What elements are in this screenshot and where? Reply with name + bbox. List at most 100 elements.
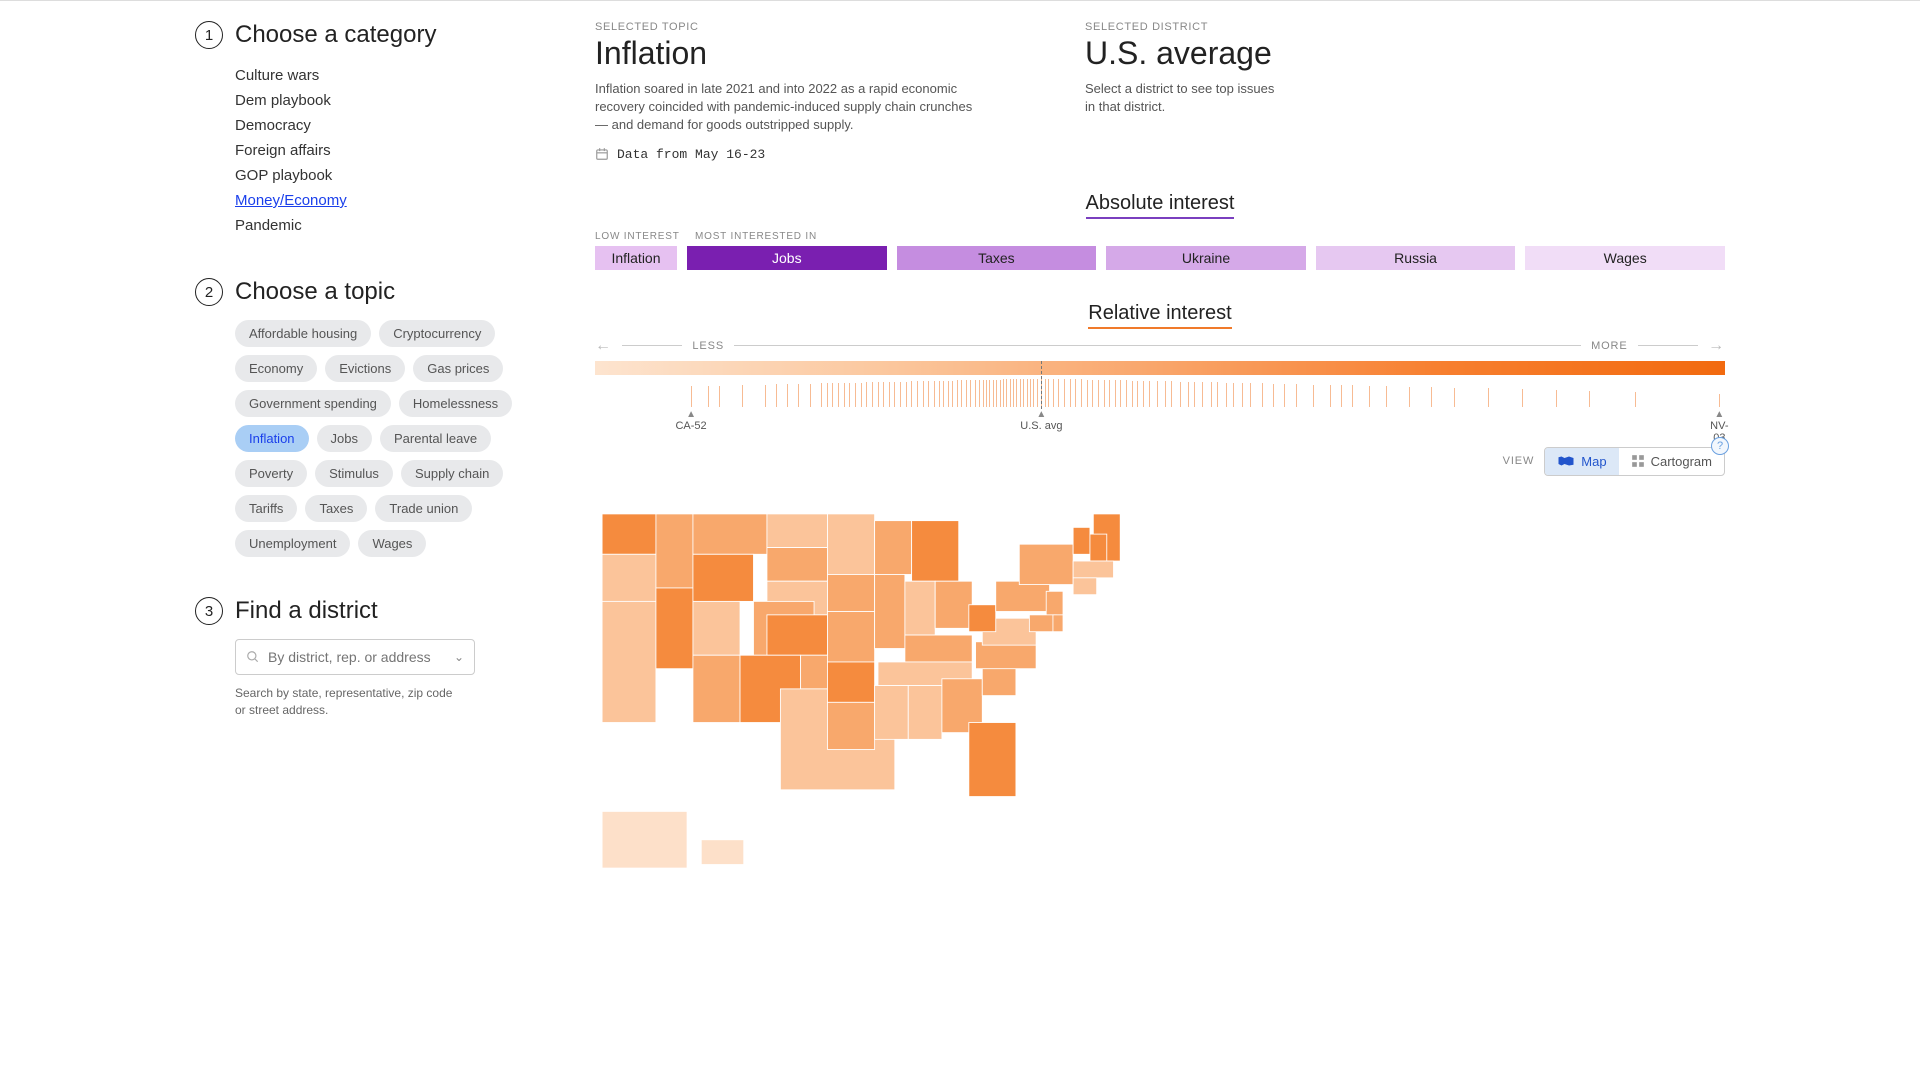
map-region[interactable] [996, 581, 1050, 611]
category-item[interactable]: Dem playbook [235, 88, 535, 113]
category-item[interactable]: Pandemic [235, 213, 535, 238]
relative-interest-title: Relative interest [1088, 302, 1231, 329]
category-list: Culture warsDem playbookDemocracyForeign… [195, 63, 535, 238]
map-region[interactable] [912, 520, 959, 581]
us-map-icon [1557, 455, 1575, 467]
map-region[interactable] [976, 641, 1037, 668]
map-region[interactable] [693, 601, 740, 655]
absolute-interest-bars: InflationJobsTaxesUkraineRussiaWages [595, 246, 1725, 270]
relative-markers: ▲CA-52▲U.S. avg▲NV-03 [595, 409, 1725, 439]
topic-chip[interactable]: Tariffs [235, 495, 297, 522]
district-search[interactable]: ⌄ [235, 639, 475, 675]
topic-chip[interactable]: Gas prices [413, 355, 503, 382]
category-item[interactable]: Culture wars [235, 63, 535, 88]
absolute-bar: Taxes [897, 246, 1097, 270]
selected-topic-desc: Inflation soared in late 2021 and into 2… [595, 80, 985, 135]
topic-chip[interactable]: Government spending [235, 390, 391, 417]
step-1-title: Choose a category [235, 21, 436, 49]
selected-district-label: SELECTED DISTRICT [1085, 21, 1285, 33]
topic-chip[interactable]: Homelessness [399, 390, 512, 417]
map-region[interactable] [908, 685, 942, 739]
most-interested-label: MOST INTERESTED IN [695, 231, 817, 242]
search-icon [246, 650, 260, 664]
help-button[interactable]: ? [1711, 437, 1729, 455]
relative-marker: ▲U.S. avg [1020, 409, 1062, 432]
map-region[interactable] [905, 635, 972, 662]
us-choropleth-map[interactable] [595, 486, 1725, 896]
map-region[interactable] [969, 604, 996, 631]
map-region[interactable] [767, 614, 828, 654]
arrow-right-icon: → [1708, 337, 1725, 355]
map-region[interactable] [828, 662, 875, 702]
selected-district-desc: Select a district to see top issues in t… [1085, 80, 1285, 116]
map-region[interactable] [767, 513, 828, 547]
map-region[interactable] [767, 547, 828, 581]
map-region[interactable] [602, 554, 656, 601]
view-label: VIEW [1503, 455, 1535, 467]
category-item[interactable]: Democracy [235, 113, 535, 138]
step-3-title: Find a district [235, 597, 378, 625]
topic-chip[interactable]: Taxes [305, 495, 367, 522]
map-region[interactable] [982, 665, 1016, 695]
selected-topic-label: SELECTED TOPIC [595, 21, 1045, 33]
map-region[interactable] [656, 588, 693, 669]
map-region[interactable] [1029, 614, 1056, 631]
topic-chip[interactable]: Trade union [375, 495, 472, 522]
topic-chip[interactable]: Cryptocurrency [379, 320, 495, 347]
map-region[interactable] [1073, 577, 1097, 594]
absolute-interest-title: Absolute interest [1086, 192, 1235, 219]
map-toggle-button[interactable]: Map [1545, 448, 1618, 475]
map-region[interactable] [875, 520, 912, 574]
map-region[interactable] [656, 513, 693, 587]
map-region[interactable] [602, 513, 656, 553]
map-region[interactable] [1019, 544, 1073, 584]
map-region[interactable] [828, 574, 875, 611]
topic-chip[interactable]: Jobs [317, 425, 372, 452]
topic-chip[interactable]: Poverty [235, 460, 307, 487]
map-region[interactable] [1090, 534, 1107, 561]
step-3-number: 3 [195, 597, 223, 625]
map-region[interactable] [602, 601, 656, 722]
topic-chip[interactable]: Unemployment [235, 530, 350, 557]
map-region[interactable] [1073, 527, 1090, 554]
cartogram-toggle-button[interactable]: Cartogram [1619, 448, 1724, 475]
map-region[interactable] [905, 581, 935, 635]
category-item[interactable]: GOP playbook [235, 163, 535, 188]
less-label: LESS [692, 340, 724, 352]
relative-gradient [595, 361, 1725, 375]
step-2-number: 2 [195, 278, 223, 306]
map-region[interactable] [1073, 561, 1113, 578]
district-search-input[interactable] [268, 649, 454, 665]
map-region[interactable] [935, 581, 972, 628]
topic-chip[interactable]: Supply chain [401, 460, 503, 487]
absolute-bar-low: Inflation [595, 246, 677, 270]
topic-chip[interactable]: Parental leave [380, 425, 491, 452]
topic-chip[interactable]: Evictions [325, 355, 405, 382]
date-range: Data from May 16-23 [617, 147, 765, 162]
category-item[interactable]: Foreign affairs [235, 138, 535, 163]
grid-icon [1631, 454, 1645, 468]
map-region[interactable] [602, 811, 687, 868]
map-region[interactable] [828, 611, 875, 661]
district-search-help: Search by state, representative, zip cod… [235, 685, 455, 719]
absolute-bar: Russia [1316, 246, 1516, 270]
map-region[interactable] [828, 702, 875, 749]
topic-chip[interactable]: Wages [358, 530, 426, 557]
map-region[interactable] [875, 685, 909, 739]
map-region[interactable] [701, 839, 744, 864]
category-item[interactable]: Money/Economy [235, 188, 535, 213]
map-region[interactable] [969, 722, 1016, 796]
topic-chip[interactable]: Stimulus [315, 460, 393, 487]
topic-chip[interactable]: Economy [235, 355, 317, 382]
map-region[interactable] [693, 655, 740, 722]
map-region[interactable] [875, 574, 905, 648]
map-region[interactable] [828, 513, 875, 574]
arrow-left-icon: ← [595, 337, 612, 355]
map-region[interactable] [1053, 614, 1063, 631]
absolute-bar: Ukraine [1106, 246, 1306, 270]
map-region[interactable] [693, 554, 754, 601]
low-interest-label: LOW INTEREST [595, 231, 695, 242]
topic-chip[interactable]: Inflation [235, 425, 309, 452]
topic-chip[interactable]: Affordable housing [235, 320, 371, 347]
map-region[interactable] [693, 513, 767, 553]
